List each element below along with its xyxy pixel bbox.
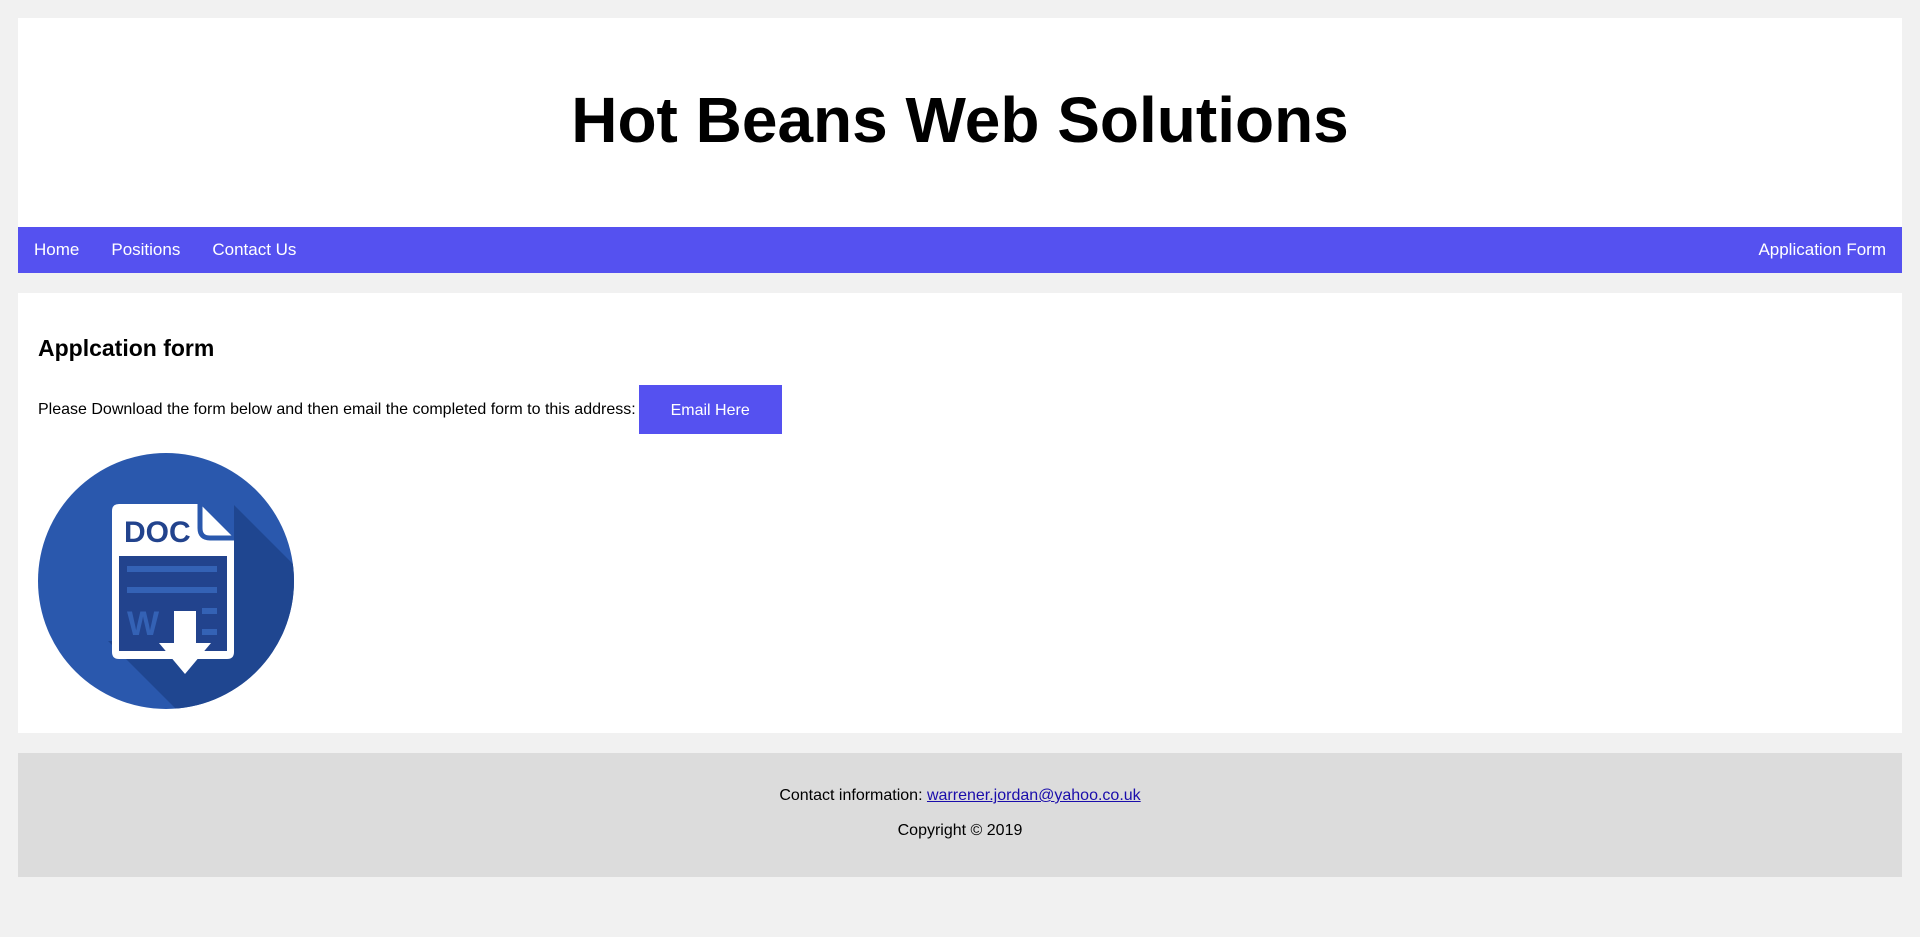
footer-contact-line: Contact information: warrener.jordan@yah… <box>18 786 1902 805</box>
doc-label-icon-text: DOC <box>124 516 191 549</box>
document-line-3-icon <box>202 608 217 614</box>
document-line-4-icon <box>202 629 217 635</box>
document-line-2-icon <box>127 587 217 593</box>
email-instructions-row: Please Download the form below and then … <box>38 385 782 434</box>
main-navigation: Home Positions Contact Us Application Fo… <box>18 227 1902 273</box>
email-instructions-text: Please Download the form below and then … <box>38 400 636 418</box>
footer-email-link[interactable]: warrener.jordan@yahoo.co.uk <box>927 787 1141 804</box>
doc-download-icon[interactable]: DOC W <box>38 453 294 709</box>
footer-copyright: Copyright © 2019 <box>897 822 1023 839</box>
download-arrow-stem-icon <box>174 611 196 645</box>
site-header: Hot Beans Web Solutions <box>18 18 1902 227</box>
nav-positions-link[interactable]: Positions <box>95 227 196 273</box>
nav-application-form-link[interactable]: Application Form <box>1742 227 1902 273</box>
application-form-section: Applcation form Please Download the form… <box>18 293 1902 733</box>
page-title: Applcation form <box>38 335 215 361</box>
nav-home-link[interactable]: Home <box>18 227 95 273</box>
footer-contact-label: Contact information: <box>779 787 923 804</box>
site-footer: Contact information: warrener.jordan@yah… <box>18 753 1902 877</box>
site-title: Hot Beans Web Solutions <box>571 83 1349 156</box>
document-line-1-icon <box>127 566 217 572</box>
nav-contact-us-link[interactable]: Contact Us <box>196 227 312 273</box>
word-w-icon-text: W <box>127 605 160 643</box>
email-here-button[interactable]: Email Here <box>638 385 782 434</box>
doc-download-icon-svg: DOC W <box>38 453 294 709</box>
